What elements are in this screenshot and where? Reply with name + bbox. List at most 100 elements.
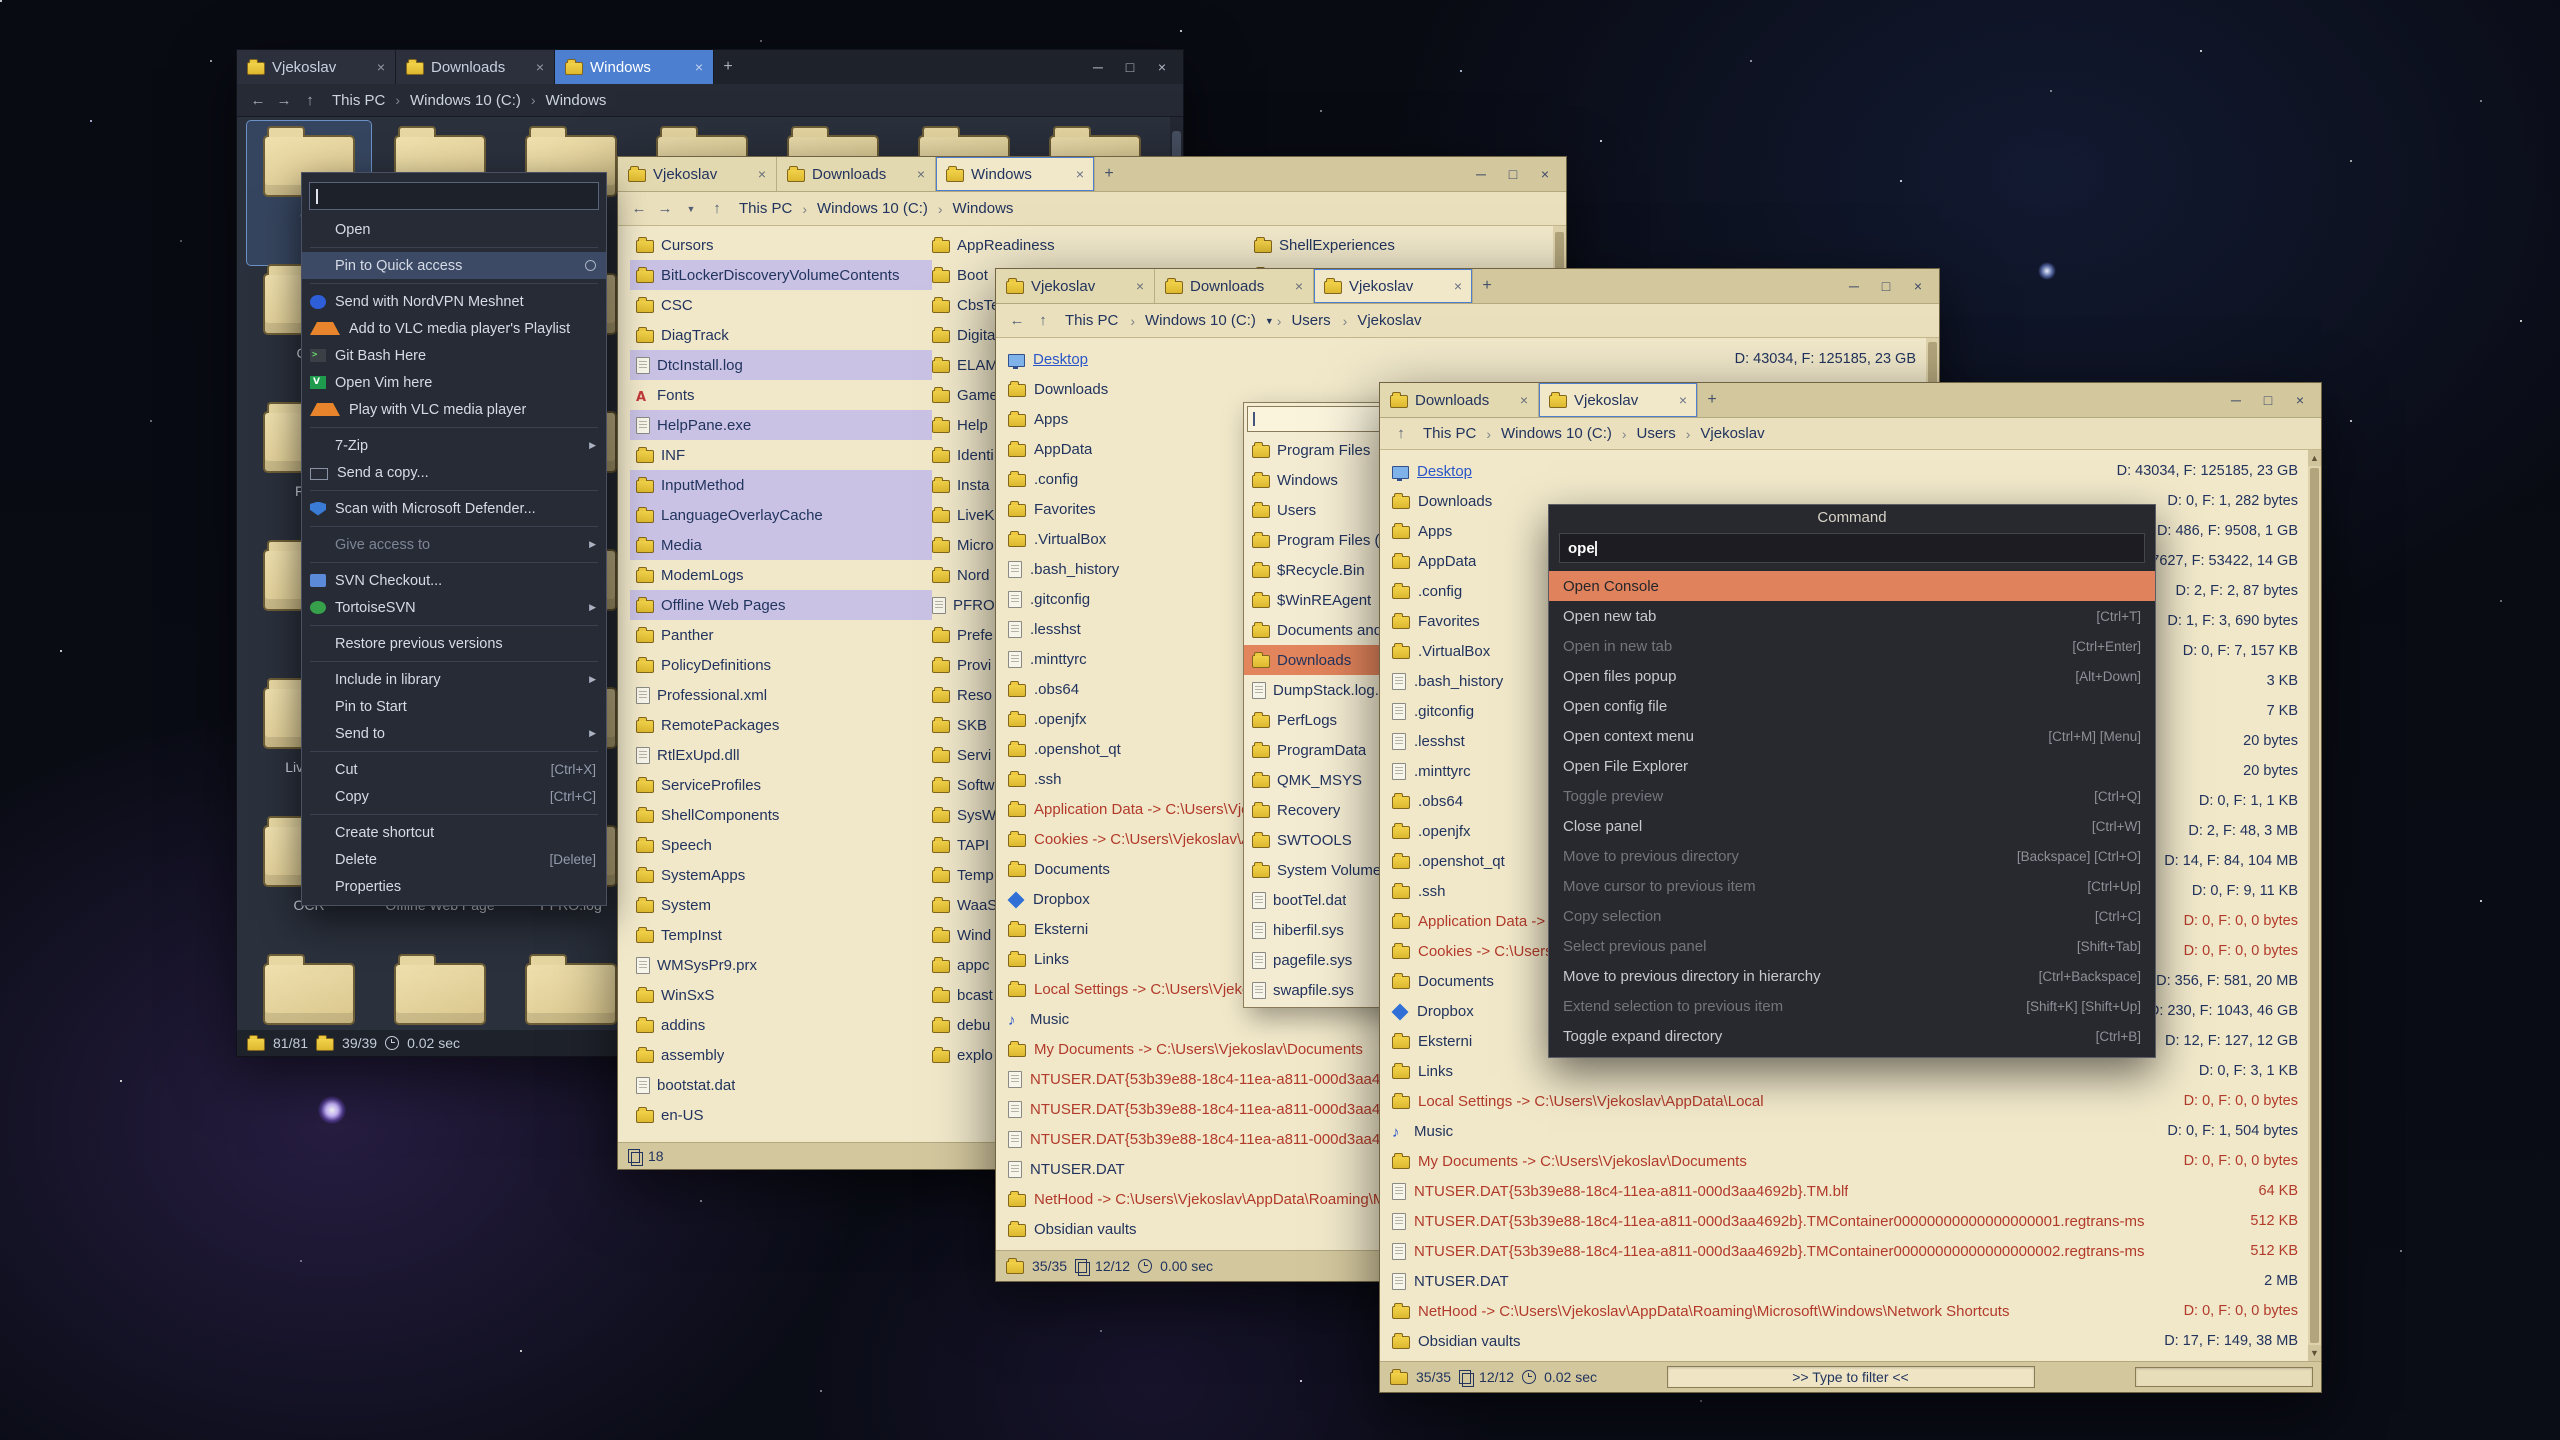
tab[interactable]: Downloads × bbox=[1380, 383, 1539, 417]
file-row[interactable]: SystemApps bbox=[630, 860, 932, 890]
vertical-scrollbar[interactable]: ▲ ▼ bbox=[2308, 450, 2321, 1361]
file-row[interactable]: bootstat.dat bbox=[630, 1070, 932, 1100]
context-menu-filter-input[interactable] bbox=[309, 182, 599, 210]
context-menu-item[interactable]: Scan with Microsoft Defender... ▶ bbox=[302, 495, 606, 522]
file-row[interactable]: NTUSER.DAT 2 MB bbox=[1380, 1266, 2308, 1296]
file-row[interactable]: assembly bbox=[630, 1040, 932, 1070]
maximize-button[interactable]: □ bbox=[1498, 166, 1528, 182]
tab[interactable]: Vjekoslav × bbox=[618, 157, 777, 191]
maximize-button[interactable]: □ bbox=[1115, 59, 1145, 75]
file-row[interactable]: en-US bbox=[630, 1100, 932, 1130]
palette-item[interactable]: Toggle expand directory [Ctrl+B] bbox=[1549, 1021, 2155, 1051]
minimize-button[interactable]: ─ bbox=[1839, 278, 1869, 294]
history-dropdown-icon[interactable]: ▼ bbox=[680, 204, 702, 214]
file-row[interactable]: AppReadiness bbox=[926, 230, 1228, 260]
file-row[interactable]: INF bbox=[630, 440, 932, 470]
minimize-button[interactable]: ─ bbox=[1466, 166, 1496, 182]
file-row[interactable]: HelpPane.exe bbox=[630, 410, 932, 440]
tab-close-icon[interactable]: × bbox=[758, 166, 766, 182]
file-row[interactable]: Desktop D: 43034, F: 125185, 23 GB bbox=[996, 344, 1926, 374]
context-menu-item[interactable]: Delete [Delete] ▶ bbox=[302, 846, 606, 873]
breadcrumb-item[interactable]: Windows 10 (C:) bbox=[1494, 423, 1619, 444]
palette-item[interactable]: Copy selection [Ctrl+C] bbox=[1549, 901, 2155, 931]
palette-search-input[interactable]: ope bbox=[1559, 533, 2145, 563]
title-bar[interactable]: Vjekoslav × Downloads × Windows × + ─ □ … bbox=[618, 157, 1566, 192]
context-menu-item[interactable]: ▶ bbox=[310, 814, 598, 815]
breadcrumb-item[interactable]: Vjekoslav bbox=[1693, 423, 1771, 444]
file-row[interactable]: ShellExperiences bbox=[1248, 230, 1550, 260]
folder-grid-item[interactable] bbox=[509, 949, 633, 1030]
file-row[interactable]: WinSxS bbox=[630, 980, 932, 1010]
file-row[interactable]: Cursors bbox=[630, 230, 932, 260]
breadcrumb-item[interactable]: Windows 10 (C:) bbox=[810, 198, 935, 219]
file-row[interactable]: ModemLogs bbox=[630, 560, 932, 590]
file-row[interactable]: DtcInstall.log bbox=[630, 350, 932, 380]
file-row[interactable]: Local Settings -> C:\Users\Vjekoslav\App… bbox=[1380, 1086, 2308, 1116]
title-bar[interactable]: Vjekoslav × Downloads × Windows × + ─ □ … bbox=[237, 50, 1183, 84]
maximize-button[interactable]: □ bbox=[2253, 392, 2283, 408]
palette-item[interactable]: Open in new tab [Ctrl+Enter] bbox=[1549, 631, 2155, 661]
tab-close-icon[interactable]: × bbox=[1679, 392, 1687, 408]
file-row[interactable]: NTUSER.DAT{53b39e88-18c4-11ea-a811-000d3… bbox=[1380, 1206, 2308, 1236]
context-menu-item[interactable]: ▶ bbox=[310, 661, 598, 662]
file-row[interactable]: Desktop D: 43034, F: 125185, 23 GB bbox=[1380, 456, 2308, 486]
context-menu-item[interactable]: Send with NordVPN Meshnet ▶ bbox=[302, 288, 606, 315]
palette-item[interactable]: Move to previous directory [Backspace] [… bbox=[1549, 841, 2155, 871]
context-menu-item[interactable]: Send to ▶ bbox=[302, 720, 606, 747]
tab[interactable]: Vjekoslav × bbox=[1314, 269, 1473, 303]
up-button[interactable]: ↑ bbox=[1390, 425, 1412, 442]
context-menu-item[interactable]: ▶ bbox=[310, 526, 598, 527]
context-menu-item[interactable]: Create shortcut ▶ bbox=[302, 819, 606, 846]
new-tab-button[interactable]: + bbox=[1473, 269, 1501, 303]
type-to-filter-box[interactable]: >> Type to filter << bbox=[1667, 1366, 2035, 1388]
breadcrumb-item[interactable]: This PC bbox=[732, 198, 799, 219]
context-menu-item[interactable]: Open Vim here ▶ bbox=[302, 369, 606, 396]
context-menu-item[interactable]: SVN Checkout... ▶ bbox=[302, 567, 606, 594]
tab[interactable]: Vjekoslav × bbox=[1539, 383, 1698, 417]
file-row[interactable]: InputMethod bbox=[630, 470, 932, 500]
context-menu-item[interactable]: 7-Zip ▶ bbox=[302, 432, 606, 459]
file-row[interactable]: addins bbox=[630, 1010, 932, 1040]
file-row[interactable]: System bbox=[630, 890, 932, 920]
file-row[interactable]: DiagTrack bbox=[630, 320, 932, 350]
context-menu-item[interactable]: ▶ bbox=[310, 751, 598, 752]
file-row[interactable]: Music D: 0, F: 1, 504 bytes bbox=[1380, 1116, 2308, 1146]
breadcrumb-item[interactable]: This PC bbox=[1416, 423, 1483, 444]
context-menu-item[interactable]: Properties ▶ bbox=[302, 873, 606, 900]
context-menu-item[interactable]: Give access to ▶ bbox=[302, 531, 606, 558]
scroll-down-icon[interactable]: ▼ bbox=[2308, 1345, 2321, 1361]
palette-item[interactable]: Open files popup [Alt+Down] bbox=[1549, 661, 2155, 691]
palette-item[interactable]: Move cursor to previous item [Ctrl+Up] bbox=[1549, 871, 2155, 901]
breadcrumb-item[interactable]: This PC bbox=[325, 90, 392, 111]
palette-item[interactable]: Extend selection to previous item [Shift… bbox=[1549, 991, 2155, 1021]
file-row[interactable]: ServiceProfiles bbox=[630, 770, 932, 800]
tab-close-icon[interactable]: × bbox=[695, 59, 703, 75]
file-row[interactable]: NTUSER.DAT{53b39e88-18c4-11ea-a811-000d3… bbox=[1380, 1236, 2308, 1266]
file-row[interactable]: LanguageOverlayCache bbox=[630, 500, 932, 530]
back-button[interactable]: ← bbox=[628, 200, 650, 217]
close-button[interactable]: × bbox=[1903, 278, 1933, 294]
file-row[interactable]: CSC bbox=[630, 290, 932, 320]
tab[interactable]: Windows × bbox=[936, 157, 1095, 191]
up-button[interactable]: ↑ bbox=[706, 200, 728, 217]
context-menu-item[interactable]: Cut [Ctrl+X] ▶ bbox=[302, 756, 606, 783]
file-row[interactable]: My Documents -> C:\Users\Vjekoslav\Docum… bbox=[1380, 1146, 2308, 1176]
file-row[interactable]: NetHood -> C:\Users\Vjekoslav\AppData\Ro… bbox=[1380, 1296, 2308, 1326]
context-menu-item[interactable]: ▶ bbox=[310, 247, 598, 248]
tab-close-icon[interactable]: × bbox=[1136, 278, 1144, 294]
file-row[interactable]: PolicyDefinitions bbox=[630, 650, 932, 680]
breadcrumb-item[interactable]: Windows 10 (C:) bbox=[403, 90, 528, 111]
forward-button[interactable]: → bbox=[654, 200, 676, 217]
close-button[interactable]: × bbox=[2285, 392, 2315, 408]
breadcrumb-item[interactable]: Windows bbox=[539, 90, 614, 111]
tab-close-icon[interactable]: × bbox=[1454, 278, 1462, 294]
minimize-button[interactable]: ─ bbox=[2221, 392, 2251, 408]
tab[interactable]: Downloads × bbox=[777, 157, 936, 191]
context-menu-item[interactable]: Add to VLC media player's Playlist ▶ bbox=[302, 315, 606, 342]
tab[interactable]: Vjekoslav × bbox=[237, 50, 396, 84]
context-menu-item[interactable]: Restore previous versions ▶ bbox=[302, 630, 606, 657]
scroll-up-icon[interactable]: ▲ bbox=[2308, 450, 2321, 466]
new-tab-button[interactable]: + bbox=[1095, 157, 1123, 191]
back-button[interactable]: ← bbox=[1006, 312, 1028, 329]
file-row[interactable]: Professional.xml bbox=[630, 680, 932, 710]
